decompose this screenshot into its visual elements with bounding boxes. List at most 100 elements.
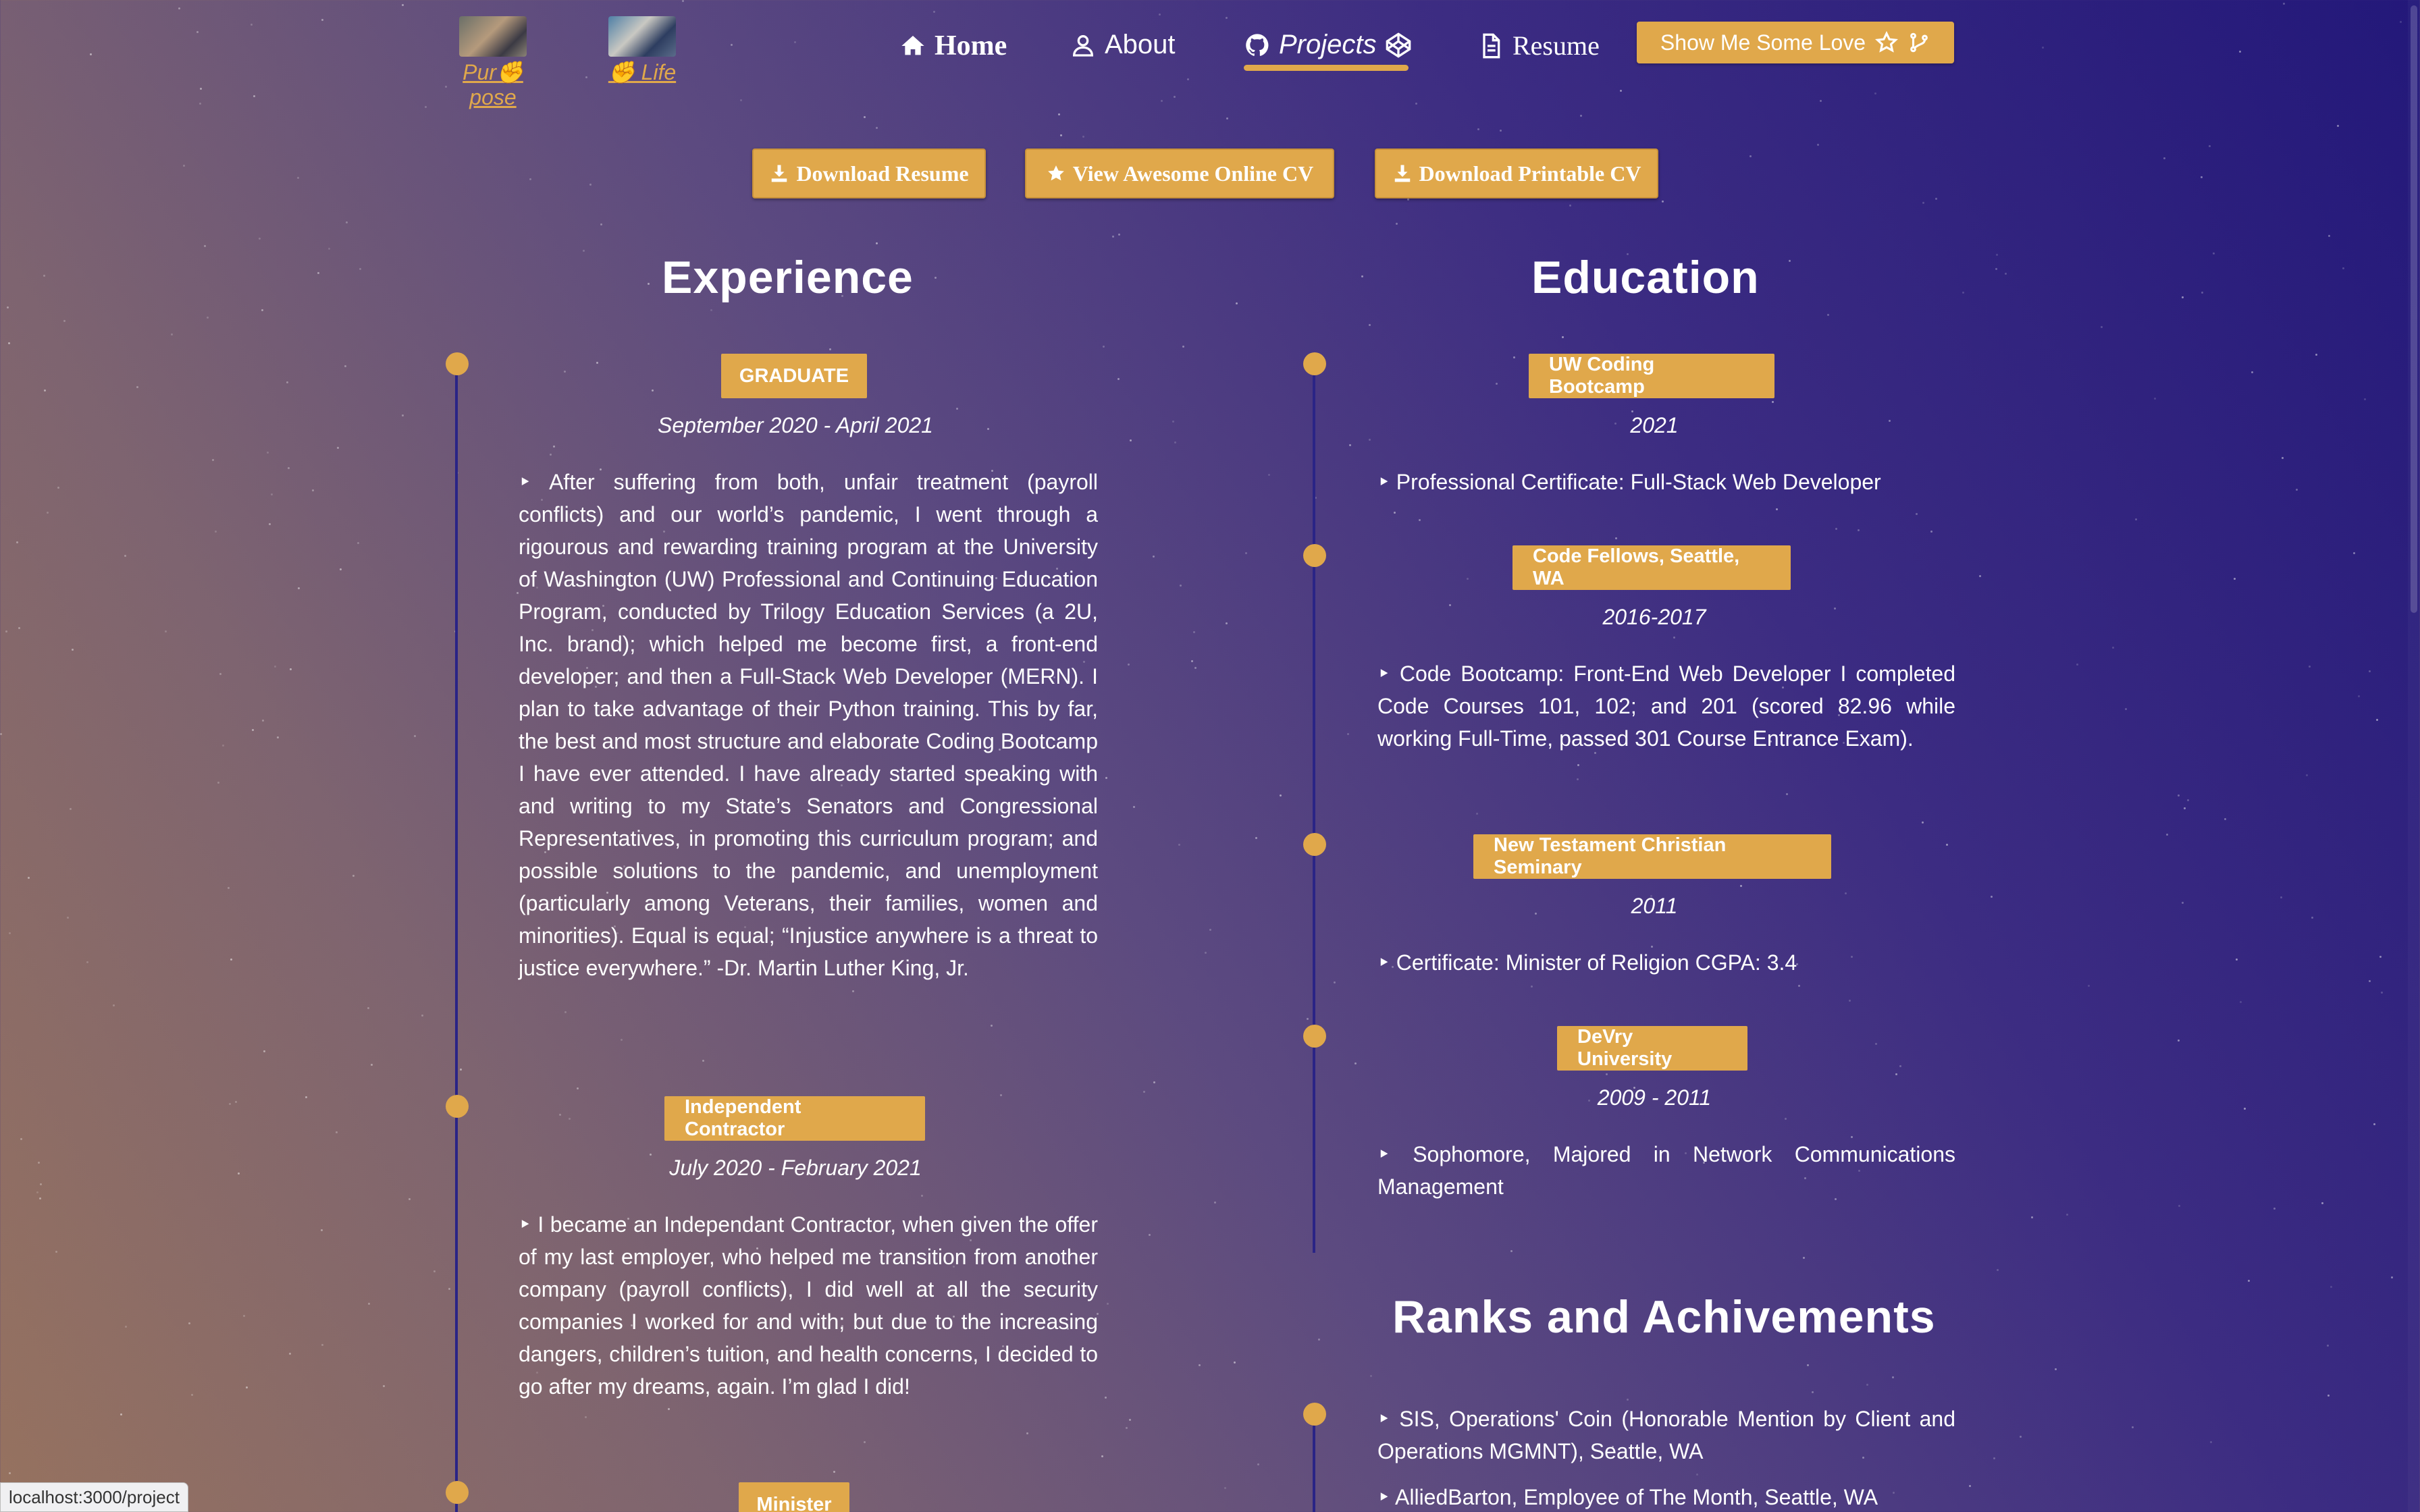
star-dot (1318, 1339, 1320, 1341)
star-dot (1812, 1391, 1814, 1393)
star-dot (2182, 902, 2184, 904)
star-dot (367, 1007, 369, 1009)
star-dot (1361, 275, 1363, 277)
rank-item: ‣ SIS, Operations' Coin (Honorable Menti… (1377, 1407, 1955, 1463)
star-dot (1182, 346, 1184, 348)
star-dot (1892, 1376, 1894, 1378)
nav-projects[interactable]: Projects (1244, 30, 1412, 60)
star-dot (269, 523, 271, 525)
education-description: ‣ Certificate: Minister of Religion CGPA… (1377, 950, 1797, 975)
timeline-dot (1303, 544, 1326, 567)
star-dot (876, 242, 878, 244)
download-resume-label: Download Resume (796, 161, 969, 186)
star-dot (2296, 489, 2298, 491)
star-dot (2311, 917, 2313, 919)
star-dot (371, 1064, 373, 1066)
star-dot (1500, 130, 1502, 132)
star-dot (290, 668, 292, 670)
star-dot (2251, 371, 2253, 373)
star-dot (1280, 794, 1282, 796)
star-dot (1153, 556, 1155, 558)
star-dot (2376, 719, 2378, 721)
star-dot (1895, 1073, 1897, 1075)
star-dot (2327, 1345, 2329, 1347)
star-dot (2306, 774, 2308, 776)
star-dot (2005, 273, 2007, 275)
rank-item: ‣ AlliedBarton, Employee of The Month, S… (1377, 1485, 1878, 1509)
star-dot (1993, 1457, 1995, 1459)
purpose-caption: Pur✊ pose (463, 60, 523, 109)
star-dot (67, 917, 69, 919)
star-dot (57, 487, 59, 489)
star-dot (1060, 134, 1062, 136)
star-dot (212, 459, 214, 461)
star-dot (1349, 444, 1351, 446)
star-dot (1820, 100, 1822, 102)
star-dot (86, 961, 88, 963)
life-link[interactable]: ✊ Life (605, 16, 679, 85)
star-dot (2327, 1395, 2330, 1397)
star-dot (252, 729, 254, 731)
star-dot (921, 1195, 923, 1197)
download-resume-button[interactable]: Download Resume (752, 148, 986, 198)
star-dot (577, 1087, 579, 1089)
star-dot (1224, 1487, 1226, 1489)
star-dot (2381, 992, 2383, 994)
star-dot (1143, 1091, 1145, 1093)
view-online-cv-button[interactable]: View Awesome Online CV (1025, 148, 1334, 198)
star-dot (1807, 1364, 1809, 1366)
experience-heading: Experience (662, 252, 914, 303)
star-dot (1180, 585, 1182, 587)
star-dot (328, 248, 330, 250)
nav-about[interactable]: About (1070, 30, 1176, 60)
star-dot (833, 1471, 835, 1473)
star-dot (2209, 145, 2211, 147)
star-dot (7, 306, 9, 308)
nav-home-label: Home (935, 30, 1007, 61)
file-icon (1483, 33, 1500, 58)
star-dot (2391, 1276, 2393, 1278)
star-dot (1082, 136, 1084, 138)
star-dot (204, 245, 206, 247)
star-dot (564, 1011, 567, 1013)
ranks-timeline-line (1313, 1413, 1315, 1512)
timeline-dot (1303, 1025, 1326, 1048)
page-scrollbar[interactable] (2408, 0, 2420, 1512)
star-dot (1835, 528, 1837, 530)
show-love-button[interactable]: Show Me Some Love (1637, 22, 1954, 63)
education-date: 2021 (1630, 413, 1679, 437)
scrollbar-thumb[interactable] (2411, 5, 2417, 613)
star-dot (1803, 1257, 1805, 1259)
star-dot (583, 250, 585, 252)
star-dot (585, 1416, 587, 1418)
star-background (0, 0, 2420, 1512)
star-dot (274, 666, 276, 668)
education-date: 2009 - 2011 (1597, 1085, 1712, 1110)
star-dot (1750, 155, 1752, 157)
star-dot (1026, 1432, 1028, 1434)
purpose-link[interactable]: Pur✊ pose (454, 16, 532, 110)
star-dot (1193, 631, 1195, 633)
star-dot (1191, 660, 1193, 662)
star-dot (1662, 200, 1664, 202)
star-dot (1105, 1397, 1107, 1399)
star-dot (1531, 986, 1533, 988)
star-dot (1991, 896, 1993, 898)
star-dot (1236, 302, 1238, 304)
star-dot (421, 1015, 423, 1017)
star-dot (120, 1413, 122, 1415)
star-dot (1178, 844, 1180, 846)
star-dot (569, 1118, 571, 1120)
star-dot (1696, 1474, 1698, 1476)
download-printable-cv-button[interactable]: Download Printable CV (1375, 148, 1658, 198)
experience-date: July 2020 - February 2021 (669, 1156, 922, 1180)
star-dot (1058, 113, 1060, 115)
star-dot (1673, 637, 1675, 639)
star-dot (2178, 1205, 2180, 1207)
star-dot (702, 1060, 704, 1062)
nav-home[interactable]: Home (899, 30, 1007, 62)
star-dot (1935, 198, 1937, 200)
github-icon (1246, 33, 1269, 56)
nav-resume[interactable]: Resume (1477, 30, 1600, 61)
education-description: ‣ Professional Certificate: Full-Stack W… (1377, 470, 1881, 494)
